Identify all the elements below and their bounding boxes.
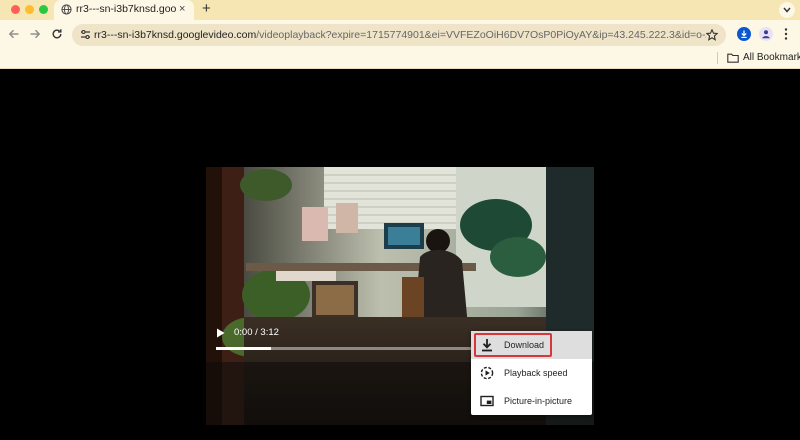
minimize-window-button[interactable] (25, 5, 34, 14)
profile-button[interactable] (759, 27, 773, 41)
back-icon[interactable] (8, 28, 20, 40)
bookmarks-divider (717, 52, 718, 64)
tab-search-button[interactable] (779, 2, 795, 18)
bookmarks-bar: All Bookmarks (0, 48, 800, 69)
progress-buffered (216, 347, 272, 350)
bookmark-star-icon[interactable] (706, 29, 718, 41)
menu-item-playback-speed[interactable]: Playback speed (471, 359, 592, 387)
close-window-button[interactable] (11, 5, 20, 14)
time-display: 0:00 / 3:12 (234, 327, 279, 338)
picture-in-picture-icon (480, 395, 494, 407)
downloads-button[interactable] (737, 27, 751, 41)
tab-close-button[interactable]: × (179, 3, 185, 15)
new-tab-button[interactable]: + (202, 1, 211, 17)
globe-icon (61, 4, 72, 15)
chevron-down-icon (783, 7, 791, 13)
url-host: rr3---sn-i3b7knsd.googlevideo.com (94, 29, 257, 41)
address-bar[interactable]: rr3---sn-i3b7knsd.googlevideo.com/videop… (72, 24, 726, 46)
page-viewport: 0:00 / 3:12 Download Playback speed Pict… (0, 69, 800, 440)
all-bookmarks-button[interactable]: All Bookmarks (743, 52, 800, 63)
browser-toolbar: rr3---sn-i3b7knsd.googlevideo.com/videop… (0, 20, 800, 48)
more-menu-icon[interactable] (784, 28, 788, 40)
folder-icon (727, 53, 739, 63)
play-icon[interactable] (216, 328, 225, 338)
active-tab[interactable]: rr3---sn-i3b7knsd.googlevideo.com × (54, 0, 194, 20)
reload-icon[interactable] (51, 28, 63, 40)
forward-icon[interactable] (29, 28, 41, 40)
tab-title: rr3---sn-i3b7knsd.googlevideo.com (76, 3, 176, 15)
annotation-highlight-box (474, 333, 552, 357)
tab-strip: rr3---sn-i3b7knsd.googlevideo.com × + (0, 0, 800, 20)
site-info-icon[interactable] (80, 29, 91, 40)
menu-item-label: Picture-in-picture (504, 396, 573, 406)
menu-item-picture-in-picture[interactable]: Picture-in-picture (471, 387, 592, 415)
url-path: /videoplayback?expire=1715774901&ei=VVFE… (256, 29, 706, 41)
person-icon (762, 30, 770, 39)
playback-speed-icon (480, 366, 494, 380)
download-icon (741, 30, 747, 38)
url-text: rr3---sn-i3b7knsd.googlevideo.com/videop… (94, 29, 706, 41)
maximize-window-button[interactable] (39, 5, 48, 14)
menu-item-label: Playback speed (504, 368, 568, 378)
